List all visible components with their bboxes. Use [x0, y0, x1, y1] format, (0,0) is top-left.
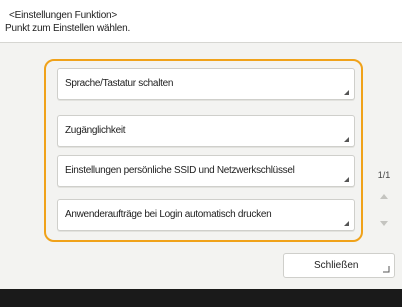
- option-label: Einstellungen persönliche SSID und Netzw…: [65, 165, 295, 176]
- corner-arrow-icon: [344, 137, 349, 142]
- corner-arrow-icon: [383, 266, 390, 273]
- corner-arrow-icon: [344, 221, 349, 226]
- scroll-up-button[interactable]: [374, 186, 394, 206]
- corner-arrow-icon: [344, 90, 349, 95]
- screen-title: <Einstellungen Funktion>: [9, 10, 118, 21]
- close-button-label: Schließen: [314, 260, 359, 271]
- header-bar: <Einstellungen Funktion> Punkt zum Einst…: [0, 0, 402, 43]
- option-auto-print-on-login[interactable]: Anwenderaufträge bei Login automatisch d…: [57, 199, 355, 231]
- corner-arrow-icon: [344, 177, 349, 182]
- option-accessibility[interactable]: Zugänglichkeit: [57, 115, 355, 147]
- status-bar: [0, 289, 402, 307]
- option-label: Zugänglichkeit: [65, 125, 126, 136]
- option-label: Sprache/Tastatur schalten: [65, 78, 174, 89]
- option-label: Anwenderaufträge bei Login automatisch d…: [65, 209, 272, 220]
- page-indicator: 1/1: [377, 170, 391, 180]
- instruction-text: Punkt zum Einstellen wählen.: [5, 23, 131, 34]
- option-ssid-network-key[interactable]: Einstellungen persönliche SSID und Netzw…: [57, 155, 355, 187]
- close-button[interactable]: Schließen: [283, 253, 395, 278]
- scroll-down-button[interactable]: [374, 213, 394, 233]
- option-language-keyboard[interactable]: Sprache/Tastatur schalten: [57, 68, 355, 100]
